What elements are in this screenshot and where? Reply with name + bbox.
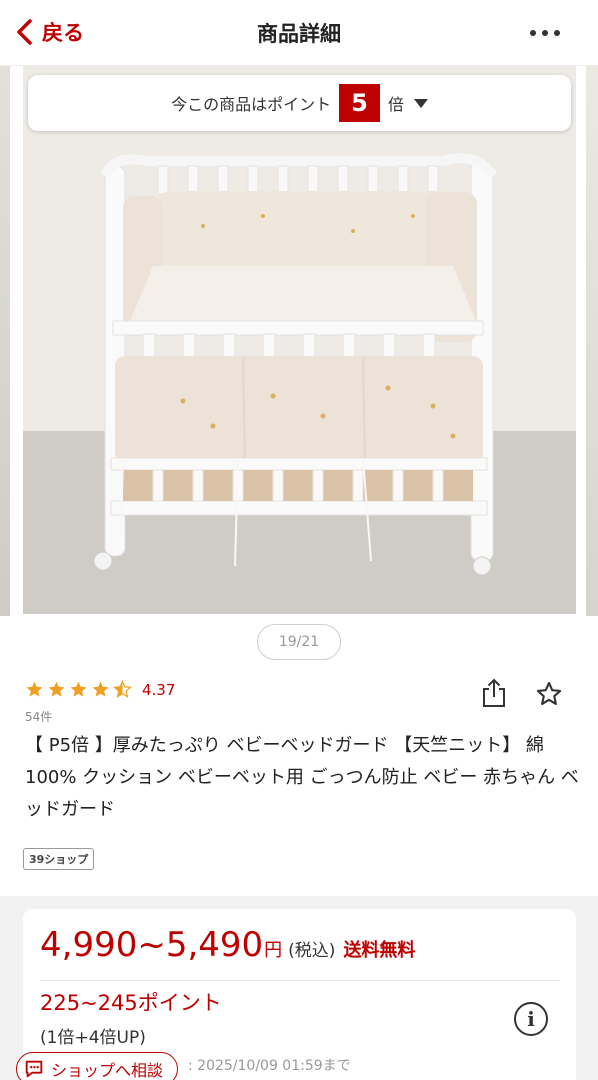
next-image-peek[interactable] [586,66,598,616]
star-icon [92,681,109,697]
info-icon[interactable]: i [514,1002,548,1036]
chevron-left-icon [17,19,32,45]
back-label: 戻る [42,21,84,45]
points-banner-prefix: 今この商品はポイント [171,95,332,114]
points-deadline: : 2025/10/09 01:59まで [188,1058,351,1074]
review-count[interactable]: 54件 [25,708,52,725]
points-detail: (1倍+4倍UP) [40,1028,146,1048]
favorite-star-icon[interactable] [534,680,564,708]
product-name: 【 P5倍 】厚みたっぷり ベビーベッドガード 【天竺ニット】 綿100% クッ… [25,735,579,820]
yen-unit: 円 [264,940,283,961]
image-gallery[interactable]: 今この商品はポイント 5 倍 [0,66,598,616]
previous-image-peek[interactable] [0,66,10,616]
consult-shop-button[interactable]: ショップへ相談 [16,1052,179,1080]
share-icon[interactable] [481,678,507,708]
star-icon [26,681,43,697]
product-info: 4.37 54件 【 P5倍 】厚みたっぷり ベビーベッドガード 【天竺ニット】… [0,666,598,896]
gallery-counter-area: 19/21 [0,616,598,666]
image-counter: 19/21 [257,624,341,660]
star-icon [48,681,65,697]
product-image[interactable] [23,66,576,614]
more-options-icon[interactable] [530,22,560,44]
divider [40,980,560,981]
caret-down-icon [413,98,428,108]
chat-bubble-icon [25,1060,43,1078]
price-range: 4,990~5,490 [40,925,264,965]
points-earned: 225~245ポイント [40,991,222,1015]
star-icon [70,681,87,697]
rating-value: 4.37 [142,680,176,699]
back-button[interactable]: 戻る [14,17,84,47]
points-multiplier: 5 [339,84,380,122]
half-star-icon [113,680,132,698]
shop-badge: 39ショップ [23,848,95,870]
consult-label: ショップへ相談 [51,1061,164,1080]
rating[interactable]: 4.37 [25,680,175,699]
tax-label: (税込) [288,941,336,961]
page-title: 商品詳細 [257,21,341,46]
points-banner-suffix: 倍 [387,95,404,114]
price-row: 4,990~5,490 円 (税込) 送料無料 [40,925,415,965]
app-header: 戻る 商品詳細 [0,0,598,66]
free-shipping-label: 送料無料 [343,940,416,961]
point-multiplier-banner[interactable]: 今この商品はポイント 5 倍 [28,75,571,131]
